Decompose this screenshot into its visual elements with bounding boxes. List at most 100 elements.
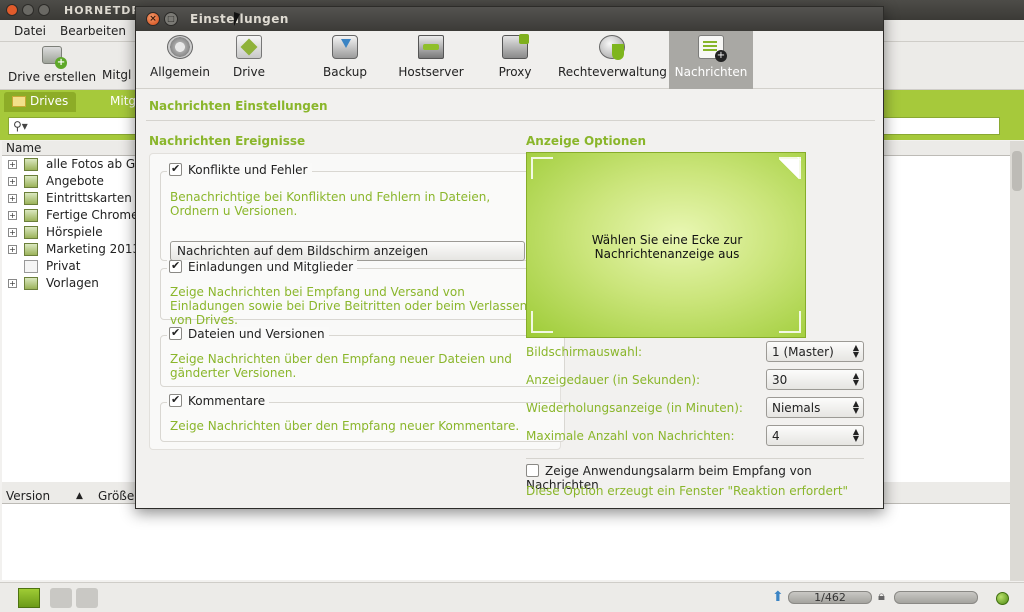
invitations-checkbox[interactable]: Einladungen und Mitglieder [167,259,358,274]
option-screen: Bildschirmauswahl: 1 (Master) ▲ ▼ [526,341,866,363]
group-files: Dateien und Versionen Zeige Nachrichten … [160,326,565,387]
expand-icon[interactable]: + [8,279,17,288]
drive-icon [24,226,38,239]
expand-icon[interactable]: + [8,194,17,203]
option-value: 4 [772,429,780,443]
tree-item-label: Fertige Chromea [46,208,146,222]
checkbox-label: Dateien und Versionen [188,327,325,341]
minimize-icon[interactable] [22,4,34,16]
settings-dialog: × □ Einstellungen Allgemein Drive Backup… [135,6,884,509]
tab-drives[interactable]: Drives [4,92,77,112]
tab-drive[interactable]: Drive [218,31,280,89]
screen-select[interactable]: 1 (Master) ▲ ▼ [766,341,864,362]
option-value: 1 (Master) [772,345,834,359]
expand-icon[interactable]: + [8,160,17,169]
upload-progress: 1/462 [788,591,872,604]
members-button[interactable]: Mitgl [102,68,131,82]
proxy-icon [502,34,529,59]
repeat-select[interactable]: Niemals ▲ ▼ [766,397,864,418]
spin-arrows-icon[interactable]: ▲ ▼ [853,372,859,387]
conflicts-checkbox[interactable]: Konflikte und Fehler [167,162,312,177]
max-spinner[interactable]: 4 ▲ ▼ [766,425,864,446]
search-icon[interactable]: ⚲▾ [13,119,28,133]
tab-backup[interactable]: Backup [312,31,378,89]
online-status-icon[interactable] [996,592,1009,605]
tab-allgemein[interactable]: Allgemein [144,31,216,89]
corner-top-right[interactable] [779,157,801,179]
scrollbar-thumb[interactable] [1012,151,1022,191]
tab-label: Rechteverwaltung [558,65,667,79]
menu-bearbeiten[interactable]: Bearbeiten [60,24,126,38]
corner-preview[interactable]: Wählen Sie eine Ecke zur Nachrichtenanze… [526,152,806,338]
checkbox[interactable] [169,259,182,273]
tab-rechteverwaltung[interactable]: Rechteverwaltung [558,31,667,89]
checkbox-label: Einladungen und Mitglieder [188,260,354,274]
files-checkbox[interactable]: Dateien und Versionen [167,326,329,341]
column-size[interactable]: Größe [98,489,134,503]
corner-bottom-right[interactable] [779,311,801,333]
members-status-icon[interactable] [50,588,72,608]
sync-status-icon[interactable] [76,588,98,608]
option-label: Anzeigedauer (in Sekunden): [526,373,701,387]
tab-members-label: Mitg [110,94,137,108]
upload-icon: ⬆ [772,589,784,605]
tab-label: Nachrichten [674,65,748,79]
preview-hint: Wählen Sie eine Ecke zur Nachrichtenanze… [591,233,743,261]
list-header-name[interactable]: Name [6,141,41,155]
notification-mode-select[interactable]: Nachrichten auf dem Bildschirm anzeigen [170,241,525,261]
tree-item-label: Vorlagen [46,276,99,290]
checkbox[interactable] [526,464,539,477]
corner-top-left[interactable] [531,157,553,179]
dialog-titlebar[interactable]: × □ Einstellungen [136,7,883,31]
expand-icon[interactable]: + [8,177,17,186]
statusbar: ⬆ 1/462 🔒︎ [0,582,1024,612]
server-icon [418,35,444,59]
checkbox[interactable] [169,393,182,407]
comments-checkbox[interactable]: Kommentare [167,393,270,408]
group-comments: Kommentare Zeige Nachrichten über den Em… [160,393,565,442]
tab-nachrichten[interactable]: Nachrichten [669,31,753,89]
duration-spinner[interactable]: 30 ▲ ▼ [766,369,864,390]
create-drive-button[interactable]: Drive erstellen [8,46,96,84]
spin-arrows-icon[interactable]: ▲ ▼ [853,344,859,359]
tab-proxy[interactable]: Proxy [488,31,542,89]
expand-icon[interactable]: + [8,245,17,254]
scrollbar[interactable] [1010,141,1024,581]
checkbox[interactable] [169,162,182,176]
group-description: Zeige Nachrichten über den Empfang neuer… [170,419,520,433]
expand-icon[interactable]: + [8,228,17,237]
download-progress [894,591,978,604]
column-version[interactable]: Version [6,489,50,503]
tab-label: Proxy [498,65,532,79]
spin-arrows-icon[interactable]: ▲ ▼ [853,400,859,415]
option-value: Niemals [772,401,821,415]
folder-icon [12,96,26,107]
maximize-icon[interactable]: □ [164,12,178,26]
option-label: Maximale Anzahl von Nachrichten: [526,429,735,443]
group-invitations: Einladungen und Mitglieder Zeige Nachric… [160,259,565,327]
drive-status-icon[interactable] [18,588,40,608]
expand-icon[interactable]: + [8,211,17,220]
tab-hostserver[interactable]: Hostserver [394,31,468,89]
close-icon[interactable] [6,4,18,16]
close-icon[interactable]: × [146,12,160,26]
settings-tabbar: Allgemein Drive Backup Hostserver Proxy … [136,31,883,89]
divider [146,120,875,121]
drive-icon [24,175,38,188]
checkbox[interactable] [169,326,182,340]
drive-icon [24,209,38,222]
drive-icon [24,277,38,290]
sort-icon[interactable]: ▲ [76,491,83,501]
tab-label: Drive [233,65,265,79]
members-label: Mitgl [102,68,132,82]
menu-datei[interactable]: Datei [14,24,46,38]
maximize-icon[interactable] [38,4,50,16]
shield-icon [599,35,625,60]
corner-bottom-left[interactable] [531,311,553,333]
tree-item-label: Angebote [46,174,104,188]
events-title: Nachrichten Ereignisse [149,134,306,148]
alarm-note: Diese Option erzeugt ein Fenster "Reakti… [526,484,849,498]
spin-arrows-icon[interactable]: ▲ ▼ [853,428,859,443]
events-panel: Konflikte und Fehler Benachrichtige bei … [149,153,565,450]
group-conflicts: Konflikte und Fehler Benachrichtige bei … [160,162,565,261]
